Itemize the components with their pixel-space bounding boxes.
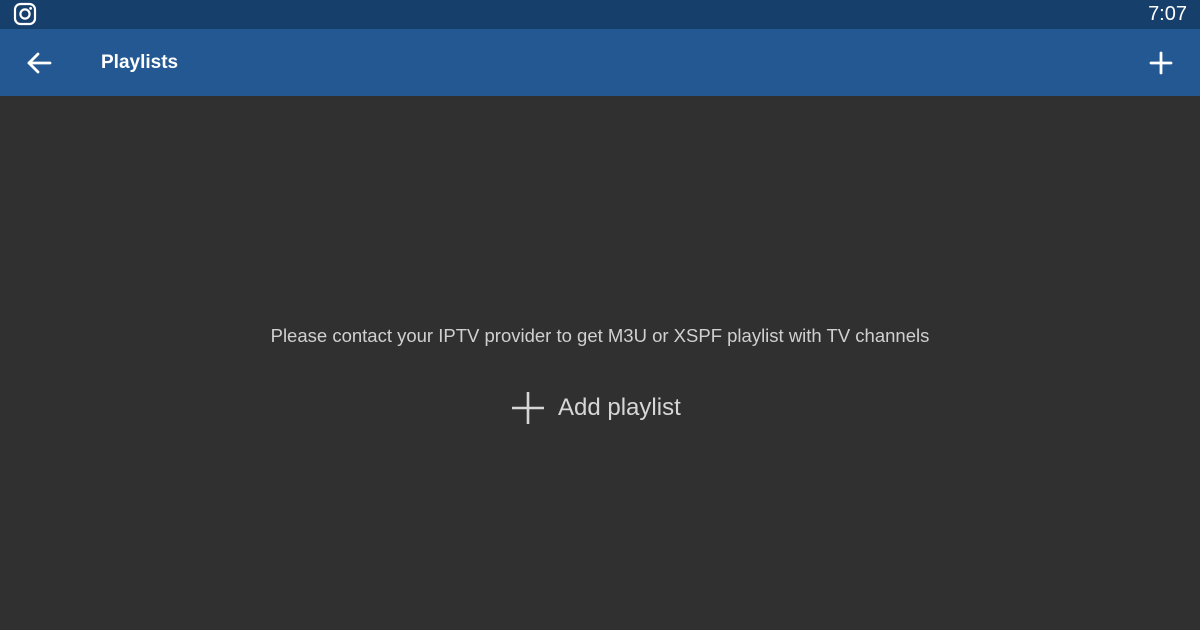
empty-state-content: Please contact your IPTV provider to get… bbox=[0, 96, 1200, 630]
arrow-left-icon bbox=[22, 52, 56, 84]
back-button[interactable] bbox=[22, 46, 56, 80]
status-clock: 7:07 bbox=[1148, 3, 1187, 25]
instagram-icon bbox=[13, 2, 37, 26]
plus-icon bbox=[508, 388, 548, 428]
add-playlist-button[interactable]: Add playlist bbox=[508, 386, 681, 430]
add-playlist-label: Add playlist bbox=[558, 394, 681, 421]
plus-icon bbox=[1144, 51, 1178, 84]
empty-state-message: Please contact your IPTV provider to get… bbox=[270, 325, 930, 346]
add-playlist-toolbar-button[interactable] bbox=[1144, 46, 1178, 80]
app-bar: Playlists bbox=[0, 29, 1200, 96]
page-title: Playlists bbox=[101, 52, 179, 73]
status-bar: 7:07 bbox=[0, 0, 1200, 29]
